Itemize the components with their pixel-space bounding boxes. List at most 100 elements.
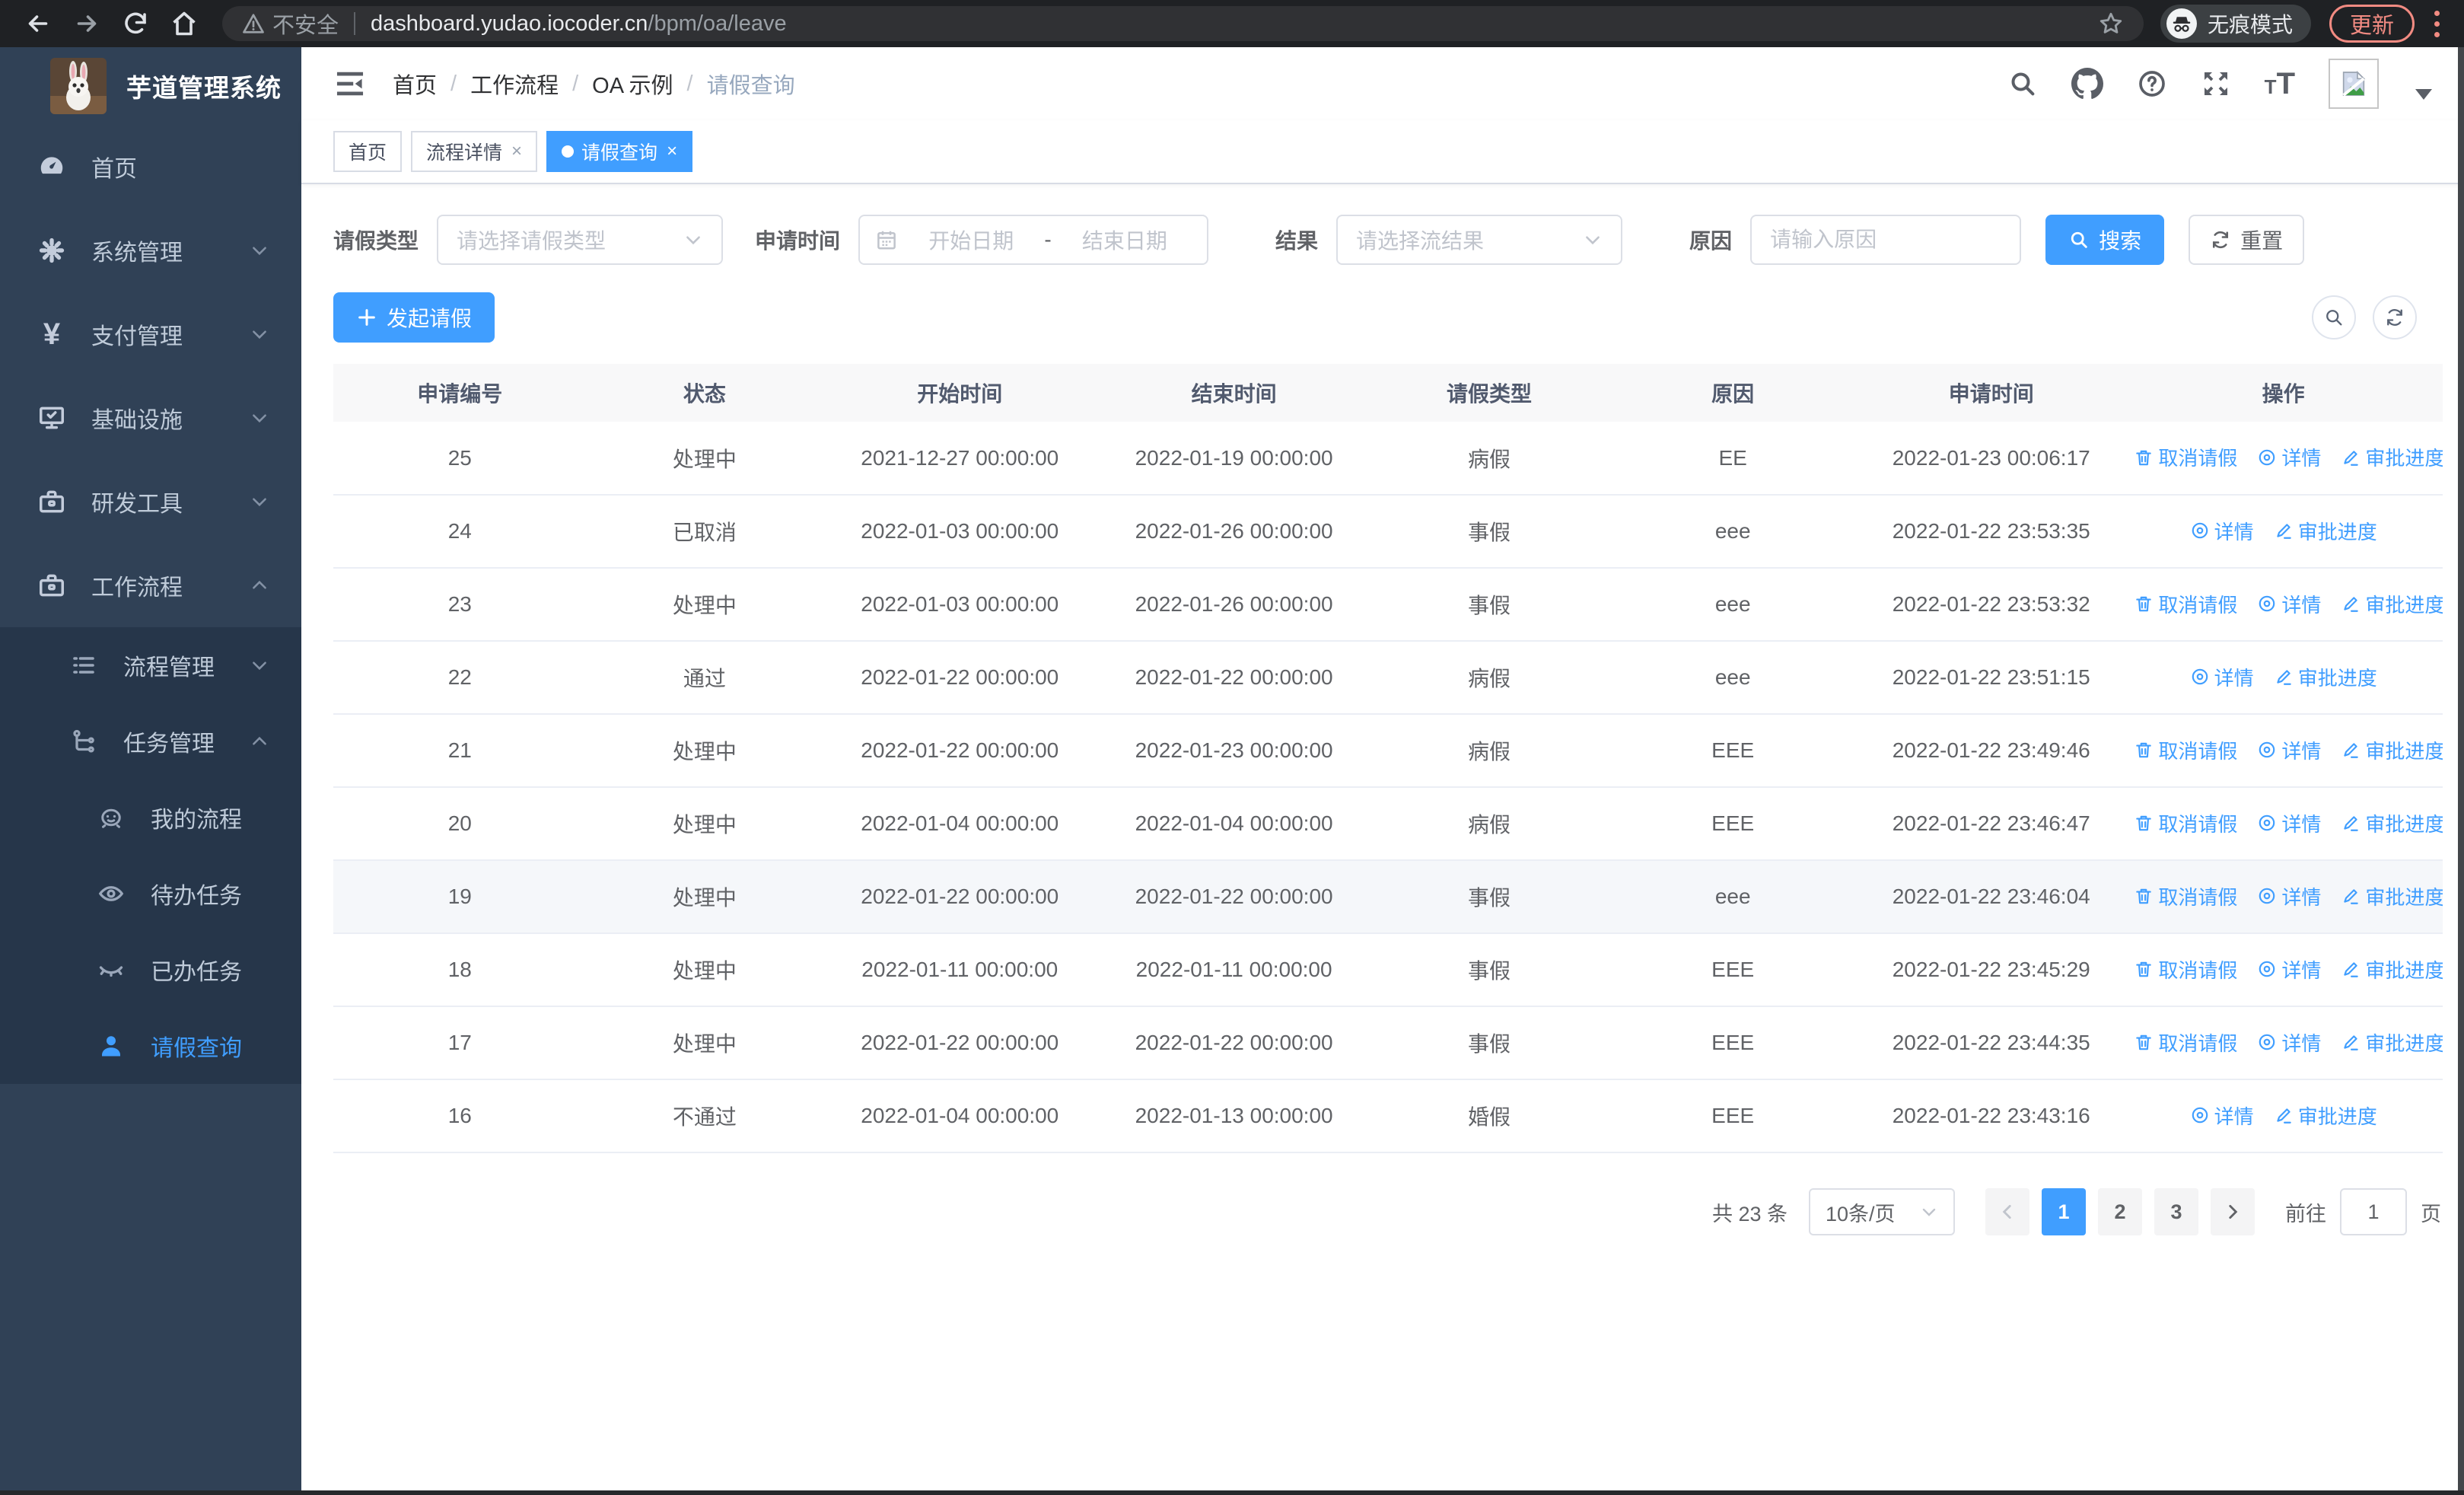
sidebar-item-home[interactable]: 首页 bbox=[0, 125, 301, 209]
cell-start-time: 2022-01-03 00:00:00 bbox=[823, 568, 1097, 642]
progress-action-link[interactable]: 审批进度 bbox=[2341, 443, 2443, 471]
cell-start-time: 2022-01-11 00:00:00 bbox=[823, 933, 1097, 1007]
help-icon[interactable] bbox=[2137, 69, 2167, 99]
cell-reason: eee bbox=[1607, 495, 1859, 569]
cell-start-time: 2022-01-03 00:00:00 bbox=[823, 495, 1097, 569]
tag-home[interactable]: 首页 bbox=[333, 131, 403, 172]
eye-icon bbox=[2259, 814, 2275, 831]
cancel-action-link[interactable]: 取消请假 bbox=[2134, 736, 2237, 764]
chevron-down-icon bbox=[250, 655, 269, 675]
goto-page-input[interactable] bbox=[2340, 1188, 2407, 1235]
sidebar-item-todo-tasks[interactable]: 待办任务 bbox=[0, 856, 301, 932]
leave-type-select[interactable]: 请选择请假类型 bbox=[437, 215, 724, 265]
header-search-icon[interactable] bbox=[2007, 69, 2038, 99]
detail-action-link[interactable]: 详情 bbox=[2257, 882, 2321, 910]
cancel-action-link[interactable]: 取消请假 bbox=[2134, 1028, 2237, 1057]
sidebar-item-devtools[interactable]: 研发工具 bbox=[0, 460, 301, 543]
close-icon[interactable]: × bbox=[511, 141, 522, 162]
sidebar-toggle-icon[interactable] bbox=[333, 67, 367, 100]
progress-action-link[interactable]: 审批进度 bbox=[2341, 882, 2443, 910]
sidebar-item-done-tasks[interactable]: 已办任务 bbox=[0, 932, 301, 1008]
table-row: 23 处理中 2022-01-03 00:00:00 2022-01-26 00:00… bbox=[333, 568, 2443, 642]
font-size-icon[interactable]: TT bbox=[2265, 67, 2295, 101]
back-icon[interactable] bbox=[17, 2, 59, 45]
pen-icon bbox=[2277, 1108, 2291, 1124]
cancel-action-link[interactable]: 取消请假 bbox=[2134, 955, 2237, 983]
browser-menu-icon[interactable] bbox=[2434, 10, 2440, 37]
page-button-3[interactable]: 3 bbox=[2154, 1188, 2198, 1235]
scrollbar[interactable] bbox=[2458, 47, 2464, 1495]
progress-action-link[interactable]: 审批进度 bbox=[2341, 955, 2443, 983]
flow-tree-icon bbox=[67, 728, 100, 755]
cancel-action-link[interactable]: 取消请假 bbox=[2134, 882, 2237, 910]
sidebar-item-leave-query[interactable]: 请假查询 bbox=[0, 1008, 301, 1084]
result-select[interactable]: 请选择流结果 bbox=[1336, 215, 1623, 265]
fullscreen-icon[interactable] bbox=[2201, 69, 2231, 99]
page-button-1[interactable]: 1 bbox=[2042, 1188, 2086, 1235]
breadcrumb-item[interactable]: 工作流程 bbox=[470, 68, 559, 100]
cell-end-time: 2022-01-22 00:00:00 bbox=[1097, 1006, 1371, 1080]
progress-action-link[interactable]: 审批进度 bbox=[2274, 663, 2377, 691]
sidebar-item-payment[interactable]: ¥ 支付管理 bbox=[0, 292, 301, 376]
detail-action-link[interactable]: 详情 bbox=[2190, 517, 2254, 545]
address-bar[interactable]: 不安全 dashboard.yudao.iocoder.cn /bpm/oa/l… bbox=[222, 6, 2144, 41]
sidebar-item-infrastructure[interactable]: 基础设施 bbox=[0, 376, 301, 460]
sidebar-item-task-management[interactable]: 任务管理 bbox=[0, 703, 301, 779]
sidebar-item-process-management[interactable]: 流程管理 bbox=[0, 627, 301, 703]
detail-action-link[interactable]: 详情 bbox=[2257, 809, 2321, 837]
tag-leave-query[interactable]: 请假查询 × bbox=[546, 131, 693, 172]
reload-icon[interactable] bbox=[114, 2, 157, 45]
chevron-down-icon bbox=[250, 241, 269, 260]
prev-page-button[interactable] bbox=[1985, 1188, 2029, 1235]
forward-icon[interactable] bbox=[65, 2, 108, 45]
tags-view: 首页 流程详情 × 请假查询 × bbox=[301, 120, 2464, 184]
table-search-toggle-button[interactable] bbox=[2312, 295, 2356, 339]
trash-icon bbox=[2136, 743, 2152, 758]
cell-start-time: 2022-01-04 00:00:00 bbox=[823, 787, 1097, 861]
page-size-select[interactable]: 10条/页 bbox=[1809, 1188, 1955, 1235]
reset-button[interactable]: 重置 bbox=[2189, 215, 2305, 265]
table-refresh-button[interactable] bbox=[2373, 295, 2417, 339]
create-leave-button[interactable]: 发起请假 bbox=[333, 292, 495, 343]
search-button[interactable]: 搜索 bbox=[2045, 215, 2165, 265]
robot-icon bbox=[94, 804, 128, 831]
sidebar-item-system[interactable]: 系统管理 bbox=[0, 209, 301, 292]
progress-action-link[interactable]: 审批进度 bbox=[2274, 517, 2377, 545]
detail-action-link[interactable]: 详情 bbox=[2257, 736, 2321, 764]
avatar-caret-icon[interactable] bbox=[2415, 89, 2432, 100]
home-icon[interactable] bbox=[163, 2, 205, 45]
cell-leave-type: 病假 bbox=[1370, 422, 1608, 496]
progress-action-link[interactable]: 审批进度 bbox=[2341, 590, 2443, 618]
tag-process-detail[interactable]: 流程详情 × bbox=[411, 131, 538, 172]
progress-action-link[interactable]: 审批进度 bbox=[2274, 1101, 2377, 1130]
security-indicator[interactable]: 不安全 bbox=[242, 8, 339, 40]
reason-input[interactable] bbox=[1770, 228, 2002, 252]
sidebar-item-my-process[interactable]: 我的流程 bbox=[0, 779, 301, 856]
detail-action-link[interactable]: 详情 bbox=[2257, 590, 2321, 618]
sidebar-item-workflow[interactable]: 工作流程 bbox=[0, 543, 301, 627]
detail-action-link[interactable]: 详情 bbox=[2257, 1028, 2321, 1057]
cancel-action-link[interactable]: 取消请假 bbox=[2134, 443, 2237, 471]
progress-action-link[interactable]: 审批进度 bbox=[2341, 1028, 2443, 1057]
chevron-down-icon bbox=[250, 408, 269, 428]
avatar[interactable] bbox=[2329, 59, 2379, 109]
cancel-action-link[interactable]: 取消请假 bbox=[2134, 590, 2237, 618]
progress-action-link[interactable]: 审批进度 bbox=[2341, 736, 2443, 764]
bookmark-star-icon[interactable] bbox=[2098, 11, 2124, 37]
cancel-action-link[interactable]: 取消请假 bbox=[2134, 809, 2237, 837]
page-button-2[interactable]: 2 bbox=[2098, 1188, 2142, 1235]
progress-action-link[interactable]: 审批进度 bbox=[2341, 809, 2443, 837]
breadcrumb: 首页 / 工作流程 / OA 示例 / 请假查询 bbox=[393, 68, 795, 100]
detail-action-link[interactable]: 详情 bbox=[2190, 1101, 2254, 1130]
github-icon[interactable] bbox=[2071, 68, 2103, 100]
detail-action-link[interactable]: 详情 bbox=[2257, 955, 2321, 983]
logo[interactable]: 芋道管理系统 bbox=[0, 47, 301, 125]
breadcrumb-item[interactable]: OA 示例 bbox=[592, 68, 673, 100]
apply-time-range-picker[interactable]: 开始日期 - 结束日期 bbox=[858, 215, 1209, 265]
detail-action-link[interactable]: 详情 bbox=[2190, 663, 2254, 691]
next-page-button[interactable] bbox=[2211, 1188, 2255, 1235]
browser-update-button[interactable]: 更新 bbox=[2329, 5, 2415, 43]
close-icon[interactable]: × bbox=[667, 141, 677, 162]
breadcrumb-item[interactable]: 首页 bbox=[393, 68, 437, 100]
detail-action-link[interactable]: 详情 bbox=[2257, 443, 2321, 471]
